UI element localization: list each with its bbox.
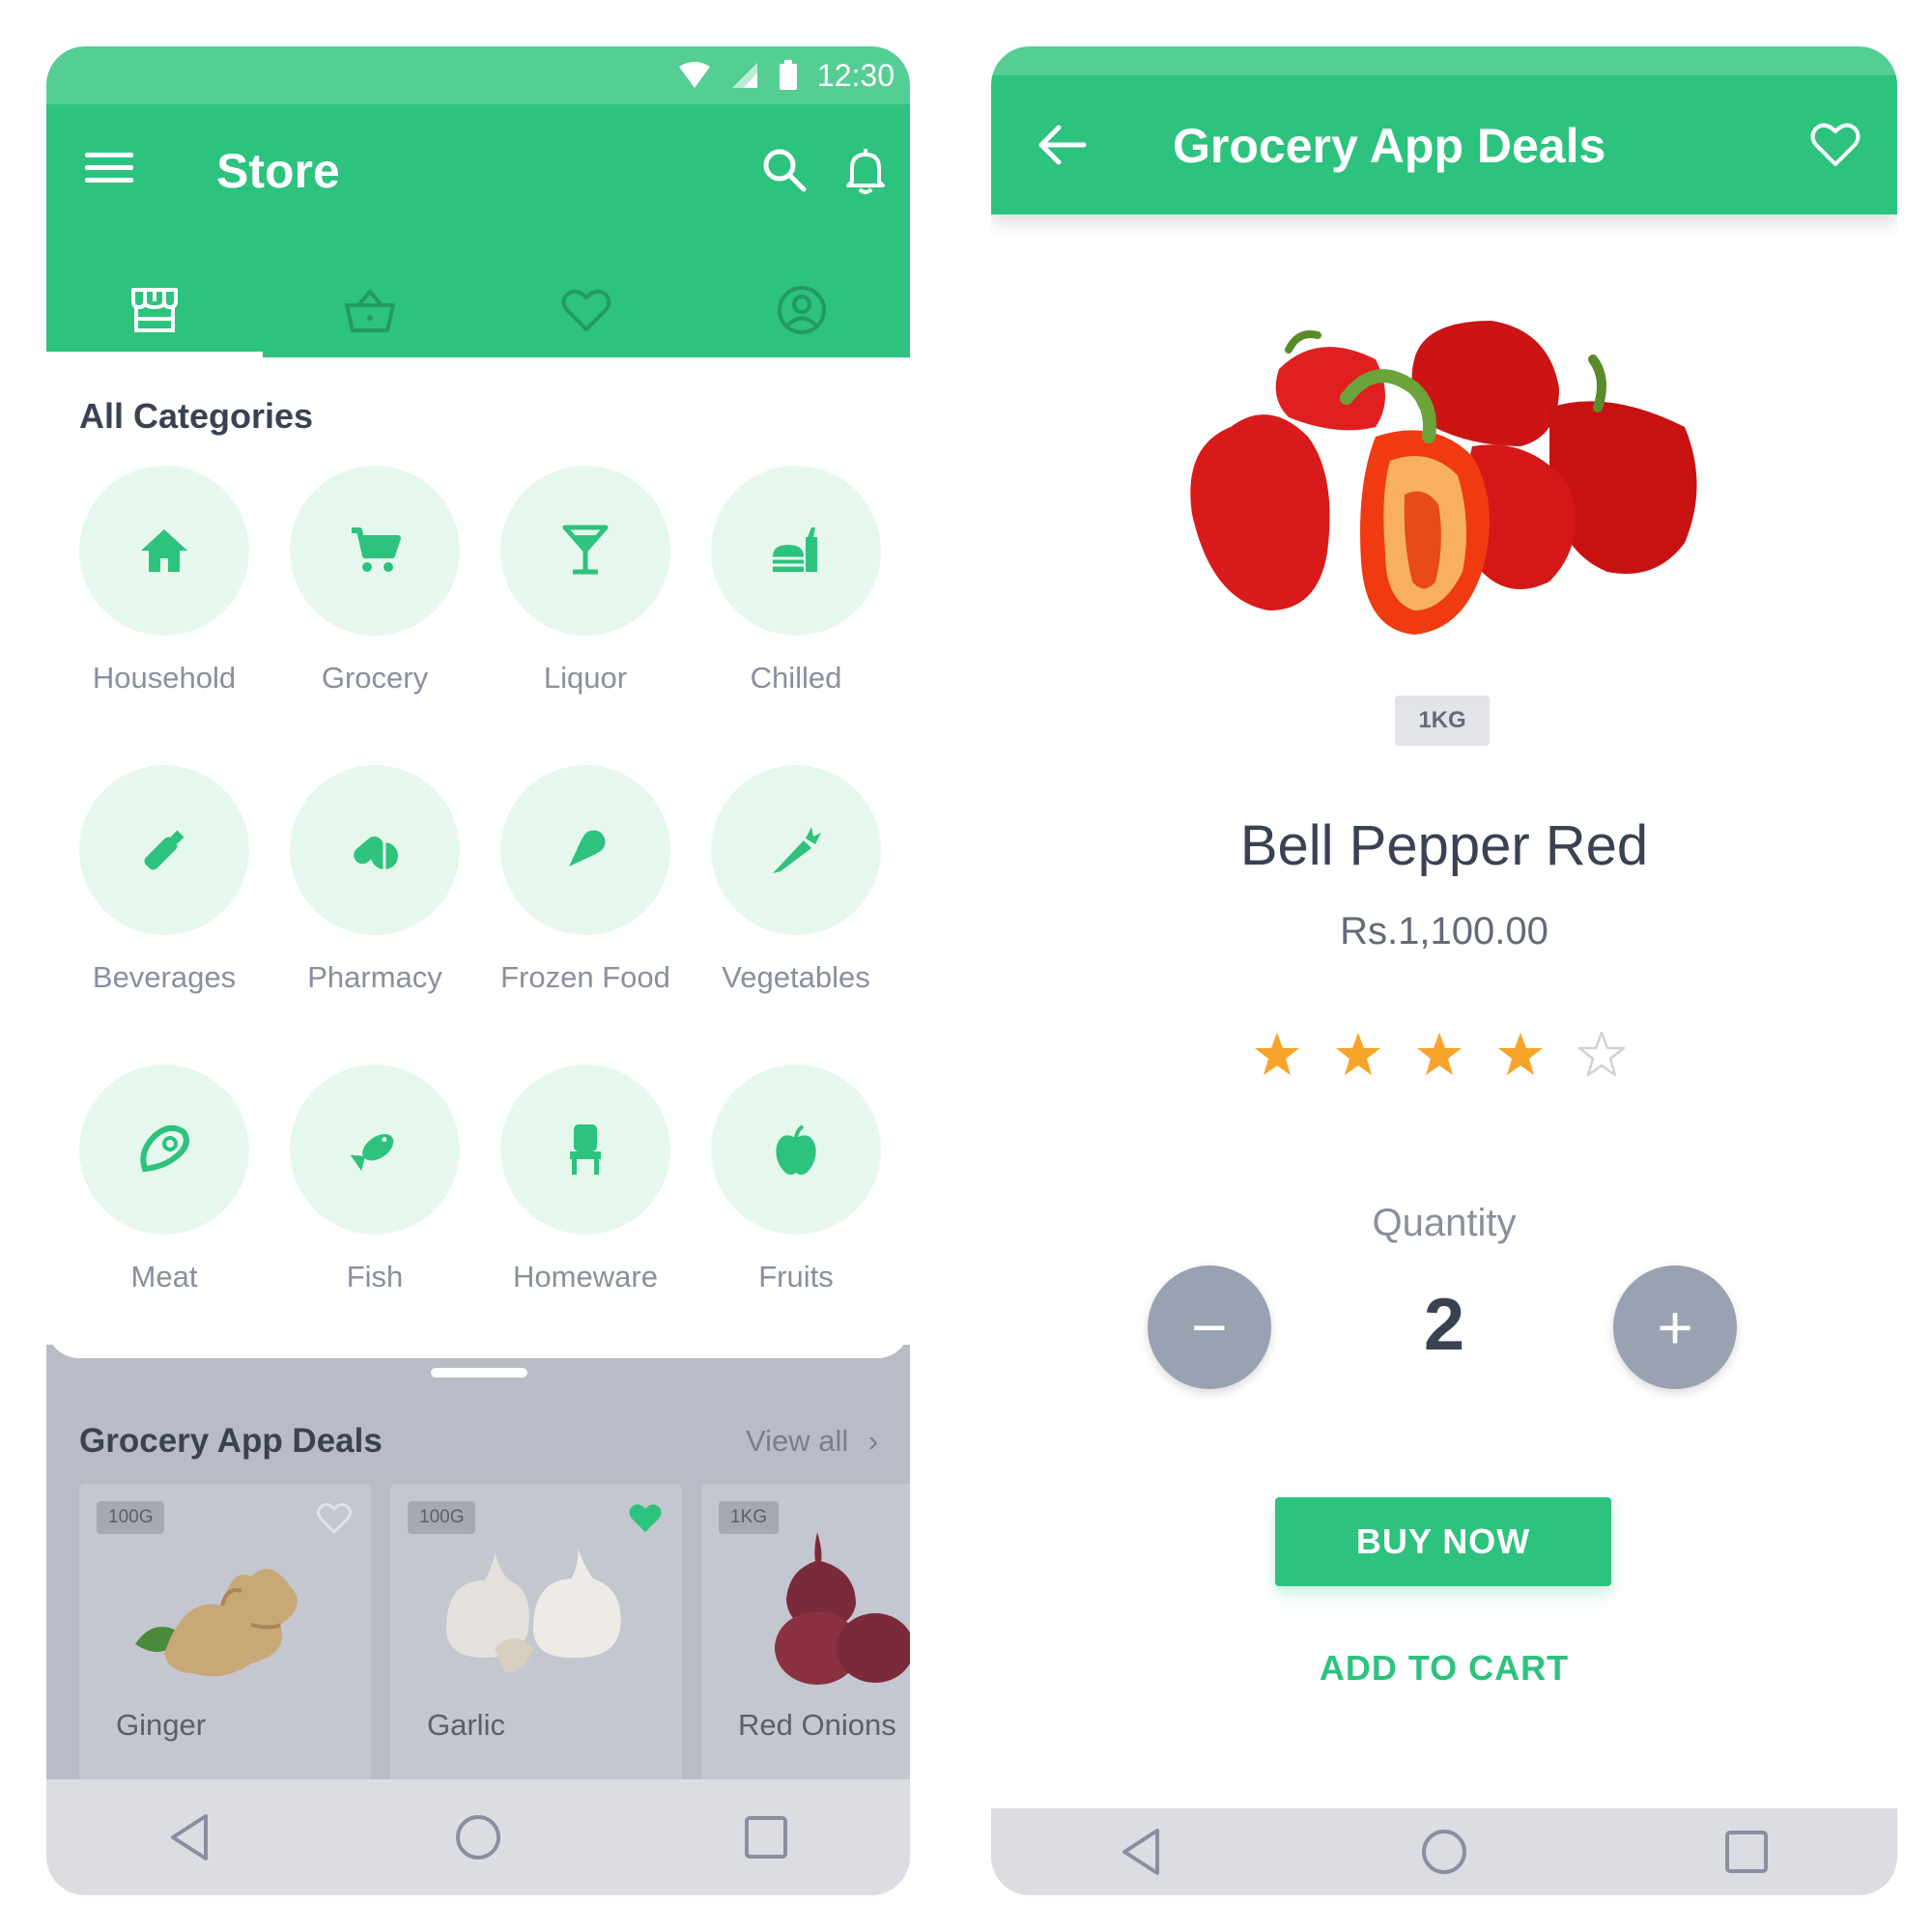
system-nav-bar: [991, 1808, 1897, 1895]
star-filled-icon[interactable]: [1333, 1030, 1383, 1080]
system-nav-bar: [46, 1779, 910, 1895]
category-frozen-food[interactable]: Frozen Food: [500, 765, 670, 995]
deals-title: Grocery App Deals: [79, 1422, 383, 1460]
weight-badge: 100G: [408, 1501, 476, 1534]
signal-icon: [731, 63, 757, 88]
home-nav-button[interactable]: [1406, 1813, 1483, 1890]
tab-basket[interactable]: [263, 263, 479, 357]
deal-name: Ginger: [116, 1708, 207, 1742]
star-filled-icon[interactable]: [1414, 1030, 1464, 1080]
category-fruits[interactable]: Fruits: [711, 1065, 881, 1294]
status-bar: 12:30: [46, 46, 910, 104]
quantity-value: 2: [1423, 1284, 1465, 1366]
back-nav-button[interactable]: [152, 1799, 229, 1876]
deal-name: Red Onions: [738, 1708, 896, 1742]
category-homeware[interactable]: Homeware: [500, 1065, 670, 1294]
page-title: Grocery App Deals: [1173, 119, 1606, 173]
search-icon[interactable]: [757, 143, 811, 197]
heart-outline-icon[interactable]: [1808, 118, 1862, 172]
home-nav-button[interactable]: [440, 1799, 517, 1876]
heart-outline-icon[interactable]: [315, 1499, 354, 1538]
home-icon: [141, 529, 187, 572]
tab-wishlist[interactable]: [478, 263, 695, 357]
cart-icon: [352, 527, 401, 572]
bell-pepper-image: [1182, 292, 1704, 641]
chevron-right-icon: ›: [867, 1424, 879, 1458]
back-triangle-icon: [1122, 1829, 1160, 1875]
arrow-back-icon[interactable]: [1034, 116, 1092, 174]
view-all-link[interactable]: View all ›: [746, 1424, 878, 1459]
category-liquor[interactable]: Liquor: [500, 466, 670, 696]
sheet-drag-handle[interactable]: [431, 1368, 527, 1378]
home-circle-icon: [1421, 1830, 1466, 1874]
app-bar: Grocery App Deals: [991, 75, 1897, 214]
fish-icon: [350, 1134, 394, 1171]
categories-title: All Categories: [79, 396, 314, 436]
basket-icon: [345, 288, 396, 332]
plus-icon: +: [1657, 1293, 1693, 1362]
menu-icon[interactable]: [85, 145, 133, 193]
deal-name: Garlic: [427, 1708, 505, 1742]
category-vegetables[interactable]: Vegetables: [711, 765, 881, 995]
page-title: Store: [216, 144, 340, 198]
star-filled-icon[interactable]: [1495, 1030, 1546, 1080]
status-time: 12:30: [816, 57, 895, 93]
pills-icon: [354, 836, 398, 869]
bottle-icon: [144, 830, 185, 870]
star-filled-icon[interactable]: [1252, 1030, 1302, 1080]
home-circle-icon: [456, 1815, 500, 1860]
category-chilled[interactable]: Chilled: [711, 466, 881, 696]
garlic-image: [446, 1548, 621, 1673]
quantity-label: Quantity: [1372, 1202, 1517, 1244]
recents-square-icon: [1724, 1831, 1768, 1873]
store-screen: 12:30 Store All Categories Household Gro…: [46, 46, 910, 1895]
carrot-icon: [773, 827, 821, 873]
status-bar: [991, 46, 1897, 75]
wifi-icon: [678, 62, 710, 88]
apple-icon: [776, 1124, 816, 1175]
chilled-icon: [773, 527, 817, 572]
red-onions-image: [775, 1532, 910, 1685]
recents-nav-button[interactable]: [727, 1799, 805, 1876]
category-beverages[interactable]: Beverages: [79, 765, 249, 995]
cocktail-icon: [562, 525, 609, 575]
back-triangle-icon: [171, 1814, 208, 1861]
back-nav-button[interactable]: [1103, 1813, 1180, 1890]
weight-badge: 100G: [97, 1501, 165, 1534]
weight-badge: 1KG: [1395, 696, 1490, 746]
category-household[interactable]: Household: [79, 466, 249, 696]
bell-icon[interactable]: [838, 143, 893, 197]
rating-stars[interactable]: [1252, 1030, 1627, 1080]
tab-account[interactable]: [695, 263, 911, 357]
tab-store[interactable]: [46, 263, 263, 357]
tab-bar: [46, 263, 910, 357]
ice-cream-icon: [569, 830, 606, 867]
category-fish[interactable]: Fish: [290, 1065, 460, 1294]
steak-icon: [140, 1124, 189, 1173]
recents-square-icon: [745, 1816, 787, 1859]
heart-icon: [561, 289, 611, 331]
product-price: Rs.1,100.00: [1340, 910, 1548, 952]
active-tab-indicator: [46, 352, 263, 357]
recents-nav-button[interactable]: [1708, 1813, 1785, 1890]
product-name: Bell Pepper Red: [1239, 814, 1649, 877]
heart-filled-icon[interactable]: [626, 1499, 665, 1538]
account-icon: [778, 286, 827, 334]
buy-now-button[interactable]: BUY NOW: [1275, 1497, 1611, 1586]
quantity-increment-button[interactable]: +: [1613, 1265, 1737, 1389]
category-pharmacy[interactable]: Pharmacy: [290, 765, 460, 995]
app-bar: Store: [46, 104, 910, 357]
storefront-icon: [130, 288, 178, 332]
chair-icon: [570, 1124, 601, 1175]
battery-icon: [779, 60, 797, 90]
star-outline-icon[interactable]: [1577, 1030, 1627, 1080]
product-detail-screen: Grocery App Deals 1KG Bell Pepper Red Rs…: [991, 46, 1897, 1895]
category-meat[interactable]: Meat: [79, 1065, 249, 1294]
add-to-cart-button[interactable]: ADD TO CART: [991, 1648, 1897, 1689]
ginger-image: [135, 1569, 298, 1677]
category-grocery[interactable]: Grocery: [290, 466, 460, 696]
